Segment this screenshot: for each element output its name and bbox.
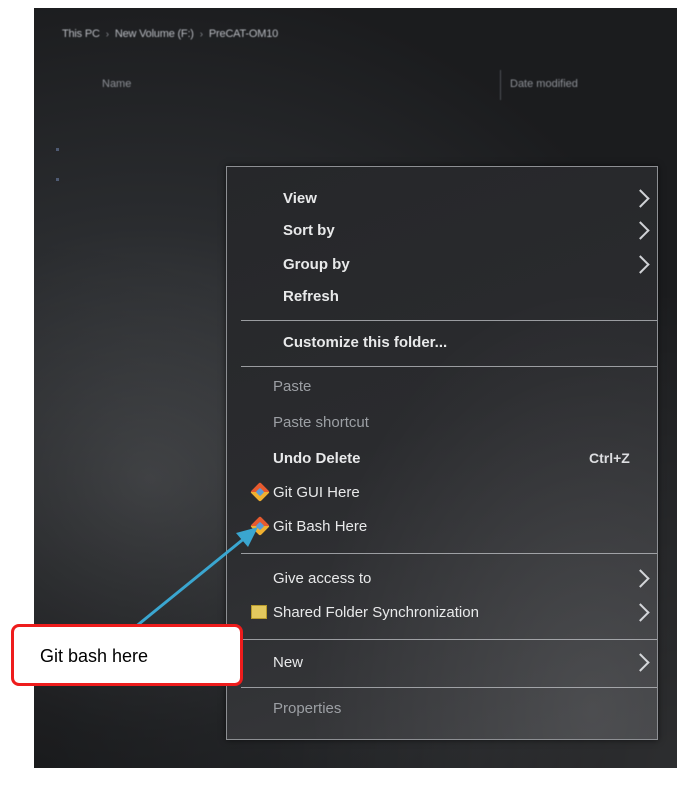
menu-divider bbox=[241, 639, 657, 640]
menu-item-give-access-to[interactable]: Give access to bbox=[227, 563, 657, 593]
menu-item-label: Sort by bbox=[283, 221, 335, 239]
menu-item-label: Group by bbox=[283, 255, 350, 273]
git-icon bbox=[250, 516, 270, 536]
sync-folder-icon bbox=[251, 605, 267, 619]
menu-item-group-by[interactable]: Group by bbox=[227, 249, 657, 279]
menu-item-refresh[interactable]: Refresh bbox=[227, 281, 657, 311]
menu-item-paste-shortcut[interactable]: Paste shortcut bbox=[227, 407, 657, 437]
menu-item-label: Git Bash Here bbox=[273, 517, 368, 535]
menu-item-label: Customize this folder... bbox=[283, 333, 448, 351]
column-header-name[interactable]: Name bbox=[102, 78, 131, 90]
chevron-right-icon bbox=[631, 652, 650, 672]
menu-item-label: Git GUI Here bbox=[273, 483, 360, 501]
chevron-right-icon bbox=[631, 568, 650, 588]
menu-item-label: Give access to bbox=[273, 569, 372, 587]
shortcut-label: Ctrl+Z bbox=[589, 450, 630, 466]
column-divider[interactable] bbox=[500, 70, 501, 100]
menu-item-shared-folder-sync[interactable]: Shared Folder Synchronization bbox=[227, 597, 657, 627]
menu-item-new[interactable]: New bbox=[227, 647, 657, 677]
menu-item-git-bash-here[interactable]: Git Bash Here bbox=[227, 511, 657, 541]
git-icon bbox=[250, 482, 270, 502]
menu-item-label: Paste bbox=[273, 377, 312, 395]
menu-item-label: New bbox=[273, 653, 304, 671]
menu-item-properties[interactable]: Properties bbox=[227, 693, 657, 723]
chevron-right-icon bbox=[631, 254, 650, 274]
menu-item-label: Properties bbox=[273, 699, 342, 717]
menu-item-git-gui-here[interactable]: Git GUI Here bbox=[227, 477, 657, 507]
breadcrumb-separator-icon: › bbox=[105, 28, 109, 40]
menu-item-label: Refresh bbox=[283, 287, 339, 305]
file-list-header: Name Date modified bbox=[64, 70, 677, 100]
menu-item-customize-folder[interactable]: Customize this folder... bbox=[227, 327, 657, 357]
menu-divider bbox=[241, 553, 657, 554]
breadcrumb-separator-icon: › bbox=[199, 28, 203, 40]
menu-divider bbox=[241, 366, 657, 367]
breadcrumb-precat-om10[interactable]: PreCAT-OM10 bbox=[209, 28, 278, 40]
chevron-right-icon bbox=[631, 220, 650, 240]
breadcrumb-this-pc[interactable]: This PC bbox=[62, 28, 100, 40]
menu-divider bbox=[241, 320, 657, 321]
menu-item-label: Shared Folder Synchronization bbox=[273, 603, 479, 621]
nav-pane-edge bbox=[56, 138, 59, 218]
breadcrumb-new-volume[interactable]: New Volume (F:) bbox=[115, 28, 194, 40]
menu-item-label: Paste shortcut bbox=[273, 413, 369, 431]
chevron-right-icon bbox=[631, 602, 650, 622]
context-menu: View Sort by Group by Refresh Customize … bbox=[226, 166, 658, 740]
chevron-right-icon bbox=[631, 188, 650, 208]
menu-item-label: View bbox=[283, 189, 317, 207]
menu-item-paste[interactable]: Paste bbox=[227, 371, 657, 401]
column-header-date-modified[interactable]: Date modified bbox=[510, 78, 578, 90]
menu-divider bbox=[241, 687, 657, 688]
annotation-label: Git bash here bbox=[40, 646, 149, 666]
menu-item-undo-delete[interactable]: Undo Delete Ctrl+Z bbox=[227, 443, 657, 473]
menu-item-view[interactable]: View bbox=[227, 183, 657, 213]
breadcrumb: This PC › New Volume (F:) › PreCAT-OM10 bbox=[62, 28, 278, 40]
menu-item-label: Undo Delete bbox=[273, 449, 361, 467]
annotation-callout: Git bash here bbox=[11, 624, 243, 686]
menu-item-sort-by[interactable]: Sort by bbox=[227, 215, 657, 245]
